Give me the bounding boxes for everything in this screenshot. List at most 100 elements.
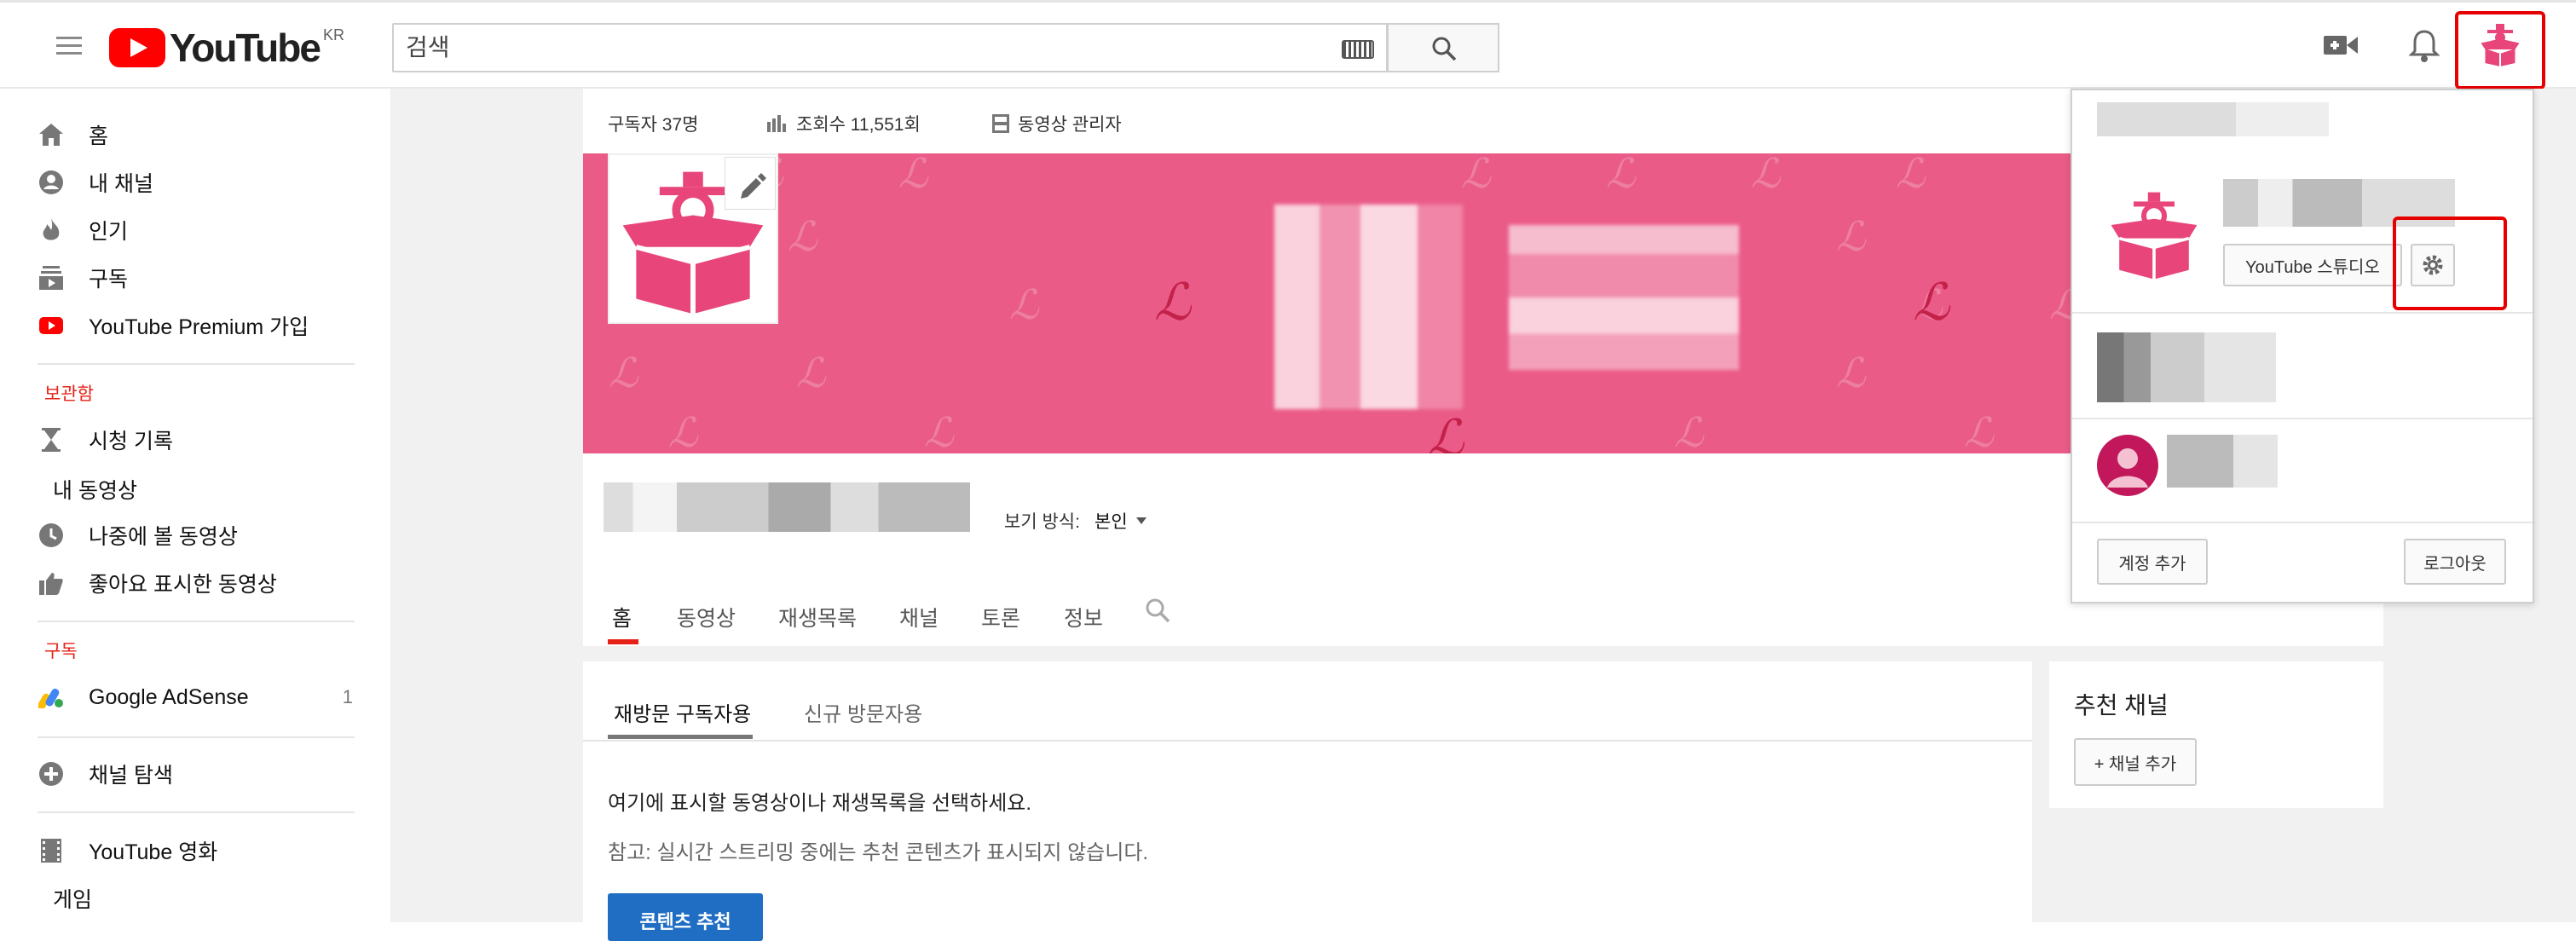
keyboard-icon[interactable]: [1342, 40, 1374, 59]
sidebar-item-label: YouTube 영화: [89, 840, 218, 864]
tab-about[interactable]: 정보: [1064, 602, 1103, 632]
tab-videos[interactable]: 동영상: [677, 602, 736, 632]
hourglass-icon: [38, 426, 65, 453]
subtab-new-visitors[interactable]: 신규 방문자용: [804, 697, 922, 727]
sidebar-item-label: 시청 기록: [89, 430, 173, 453]
divider: [38, 621, 355, 622]
account-icon: [38, 169, 65, 196]
active-subtab-indicator: [608, 735, 753, 739]
subtab-returning[interactable]: 재방문 구독자용: [614, 697, 751, 727]
sidebar-item-label: Google AdSense: [89, 684, 249, 709]
secondary-account-avatar[interactable]: [2097, 435, 2158, 496]
settings-highlight: [2393, 216, 2507, 310]
view-as-dropdown[interactable]: 본인: [1095, 508, 1146, 534]
tab-channels[interactable]: 채널: [899, 602, 939, 632]
pencil-icon: [741, 173, 766, 199]
search-button[interactable]: [1387, 23, 1499, 72]
divider: [583, 740, 2032, 742]
video-manager-icon: [992, 114, 1009, 133]
featured-content-card: 재방문 구독자용 신규 방문자용 여기에 표시할 동영상이나 재생목록을 선택하…: [583, 661, 2032, 941]
search-input[interactable]: [394, 25, 1314, 71]
flame-icon: [38, 216, 65, 244]
tab-discussion[interactable]: 토론: [981, 602, 1020, 632]
account-menu: YouTube 스튜디오 계정 추가 로그아웃: [2071, 89, 2534, 603]
recommend-content-button[interactable]: 콘텐츠 추천: [608, 893, 763, 941]
sidebar-item-subscriptions[interactable]: 구독: [38, 254, 353, 302]
divider: [2072, 418, 2533, 419]
video-manager-label: 동영상 관리자: [1018, 115, 1122, 135]
sidebar-item-history[interactable]: 시청 기록: [38, 416, 353, 464]
youtube-logo[interactable]: YouTube KR: [109, 26, 344, 70]
sidebar-item-my-videos[interactable]: 내 동영상: [53, 474, 137, 505]
search-box[interactable]: [392, 23, 1388, 72]
thumbs-up-icon: [38, 569, 65, 597]
home-icon: [38, 121, 65, 148]
guide-sidebar: 홈 내 채널 인기 구독 YouTube Premium 가입 보관함 시청 기…: [0, 89, 390, 922]
sidebar-item-subscription[interactable]: Google AdSense 1: [38, 673, 353, 721]
film-icon: [38, 837, 65, 864]
youtube-studio-button[interactable]: YouTube 스튜디오: [2223, 244, 2402, 286]
divider: [38, 736, 355, 738]
divider: [38, 363, 355, 365]
library-heading: 보관함: [44, 384, 94, 404]
video-camera-icon[interactable]: [2324, 33, 2358, 57]
sidebar-item-trending[interactable]: 인기: [38, 206, 353, 254]
sidebar-item-home[interactable]: 홈: [38, 111, 353, 159]
sidebar-item-label: 나중에 볼 동영상: [89, 525, 238, 549]
channel-name-redacted: [604, 482, 970, 532]
add-circle-icon: [38, 760, 65, 788]
sidebar-item-label: 홈: [89, 124, 109, 148]
recommended-channels-card: 추천 채널 + 채널 추가: [2049, 661, 2383, 808]
view-as-value: 본인: [1095, 512, 1128, 532]
video-manager-link[interactable]: 동영상 관리자: [992, 111, 1122, 136]
youtube-play-icon: [109, 28, 165, 67]
menu-icon[interactable]: [56, 37, 82, 57]
featured-prompt: 여기에 표시할 동영상이나 재생목록을 선택하세요.: [608, 792, 1032, 815]
tab-home[interactable]: 홈: [612, 602, 632, 632]
avatar[interactable]: [2479, 23, 2521, 67]
recommended-title: 추천 채널: [2074, 692, 2169, 719]
add-account-button[interactable]: 계정 추가: [2097, 539, 2208, 585]
clock-icon: [38, 522, 65, 549]
sidebar-item-label: 내 채널: [89, 172, 153, 196]
view-count: 조회수 11,551회: [796, 115, 921, 135]
subscriptions-icon: [38, 264, 65, 292]
sidebar-item-browse-channels[interactable]: 채널 탐색: [38, 750, 353, 798]
new-videos-count: 1: [342, 686, 353, 707]
youtube-icon: [38, 312, 65, 339]
logout-button[interactable]: 로그아웃: [2404, 539, 2506, 585]
sidebar-item-label: 인기: [89, 220, 129, 244]
banner-artwork-right: [1509, 225, 1739, 370]
edit-avatar-button[interactable]: [725, 157, 776, 210]
bell-icon[interactable]: [2409, 28, 2440, 64]
add-channel-button[interactable]: + 채널 추가: [2074, 738, 2197, 786]
sidebar-item-label: YouTube Premium 가입: [89, 315, 309, 339]
tab-playlists[interactable]: 재생목록: [778, 602, 857, 632]
account-avatar: [2111, 192, 2198, 280]
sidebar-item-youtube-movies[interactable]: YouTube 영화: [38, 827, 353, 875]
sidebar-item-games[interactable]: 게임: [53, 883, 92, 914]
sidebar-item-label: 좋아요 표시한 동영상: [89, 573, 277, 597]
sidebar-item-liked-videos[interactable]: 좋아요 표시한 동영상: [38, 559, 353, 607]
sidebar-item-label: 채널 탐색: [89, 764, 173, 788]
masthead: YouTube KR: [0, 0, 2576, 89]
logo-text: YouTube: [170, 26, 321, 70]
brand-account-redacted[interactable]: [2097, 332, 2276, 402]
featured-note: 참고: 실시간 스트리밍 중에는 추천 콘텐츠가 표시되지 않습니다.: [608, 841, 1149, 864]
sidebar-item-watch-later[interactable]: 나중에 볼 동영상: [38, 511, 353, 559]
adsense-icon: [38, 684, 65, 711]
logo-region: KR: [322, 26, 344, 43]
sidebar-item-label: 구독: [89, 268, 129, 292]
subscriber-count: 구독자 37명: [608, 115, 699, 135]
banner-artwork-left: [1258, 205, 1463, 409]
sidebar-item-premium[interactable]: YouTube Premium 가입: [38, 302, 353, 349]
bar-chart-icon: [767, 115, 786, 132]
sidebar-item-my-channel[interactable]: 내 채널: [38, 159, 353, 206]
view-as-label: 보기 방식:: [1004, 512, 1080, 532]
divider: [38, 811, 355, 813]
channel-search-icon[interactable]: [1144, 597, 1171, 624]
search-icon: [1432, 37, 1457, 61]
secondary-account-redacted[interactable]: [2167, 435, 2278, 488]
account-email-redacted: [2097, 102, 2329, 136]
dropdown-arrow-icon: [1135, 517, 1146, 524]
